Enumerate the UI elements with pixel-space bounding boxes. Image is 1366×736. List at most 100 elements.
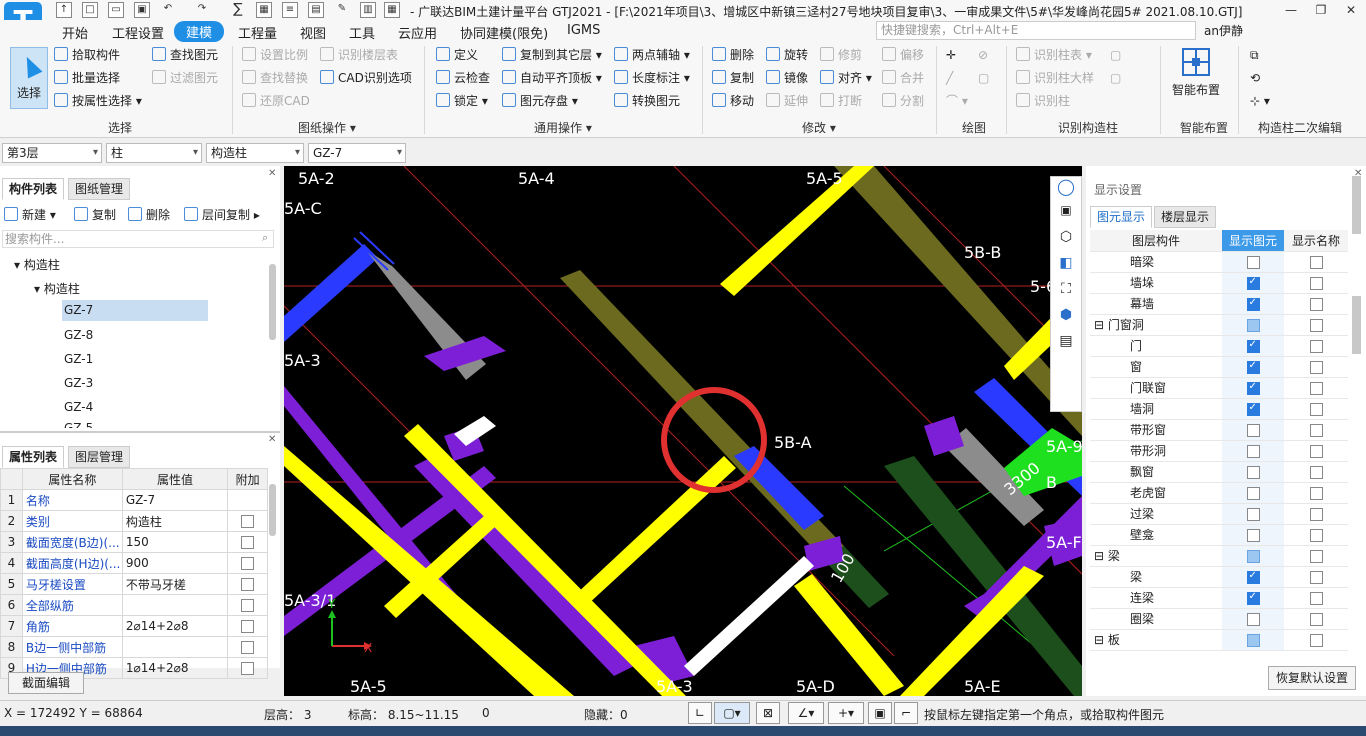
- set-scale-button[interactable]: 设置比例: [242, 46, 308, 64]
- floor-copy-button[interactable]: 层间复制 ▸: [184, 206, 260, 224]
- show-element-checkbox[interactable]: [1246, 528, 1260, 542]
- menu-view[interactable]: 视图: [300, 23, 326, 42]
- show-name-checkbox[interactable]: [1309, 507, 1323, 521]
- show-element-checkbox[interactable]: [1246, 591, 1260, 605]
- layer-row[interactable]: 带形窗: [1090, 419, 1348, 441]
- sum-icon[interactable]: ∑: [230, 2, 246, 18]
- show-name-checkbox[interactable]: [1309, 591, 1323, 605]
- tab-layer-manage[interactable]: 图层管理: [68, 446, 131, 468]
- extend-button[interactable]: 延伸: [766, 92, 808, 110]
- layer-row[interactable]: ⊟ 板: [1090, 629, 1348, 651]
- menu-collab[interactable]: 协同建模(限免): [460, 23, 548, 42]
- right-scrollbar-top[interactable]: [1352, 176, 1361, 234]
- box-view-icon[interactable]: ⬡: [1051, 229, 1081, 255]
- pencil-icon[interactable]: ✎: [334, 2, 350, 18]
- batch-select-button[interactable]: 批量选择: [54, 69, 120, 87]
- type-select[interactable]: 柱: [106, 143, 202, 163]
- layer-row[interactable]: 门联窗: [1090, 377, 1348, 399]
- copy-component-button[interactable]: 复制: [74, 206, 116, 224]
- yellow-wall-e[interactable]: [720, 166, 874, 296]
- break-button[interactable]: 打断: [820, 92, 862, 110]
- property-row[interactable]: 7 角筋 2⌀14+2⌀8: [0, 615, 268, 637]
- property-row[interactable]: 6 全部纵筋: [0, 594, 268, 616]
- arc-draw-icon[interactable]: ⌒ ▾: [946, 92, 968, 110]
- show-name-checkbox[interactable]: [1309, 276, 1323, 290]
- point-draw-icon[interactable]: ✛: [946, 46, 956, 64]
- property-row[interactable]: 2 类别 构造柱: [0, 510, 268, 532]
- menu-igms[interactable]: IGMS: [567, 23, 600, 38]
- show-name-checkbox[interactable]: [1309, 423, 1323, 437]
- search-icon[interactable]: ⌕: [262, 231, 268, 245]
- minimize-icon[interactable]: —: [1276, 0, 1306, 20]
- auto-align-top-button[interactable]: 自动平齐顶板 ▾: [502, 69, 602, 87]
- cad-options-button[interactable]: CAD识别选项: [320, 69, 412, 87]
- convert-element-button[interactable]: 转换图元: [614, 92, 680, 110]
- zoom-extent-icon[interactable]: ⛶: [1051, 281, 1081, 307]
- new-component-button[interactable]: 新建 ▾: [4, 206, 56, 224]
- split-button[interactable]: 分割: [882, 92, 924, 110]
- table-icon[interactable]: ▥: [360, 2, 376, 18]
- collapse-icon[interactable]: ⊟: [1094, 549, 1108, 563]
- trim-button[interactable]: 修剪: [820, 46, 862, 64]
- tab-property-list[interactable]: 属性列表: [2, 446, 65, 468]
- filter-element-button[interactable]: 过滤图元: [152, 69, 218, 87]
- layer-row[interactable]: 幕墙: [1090, 293, 1348, 315]
- edit-tool-2-icon[interactable]: ⟲: [1250, 69, 1260, 87]
- show-name-checkbox[interactable]: [1309, 381, 1323, 395]
- property-value[interactable]: [121, 636, 229, 658]
- delete-button[interactable]: 删除: [712, 46, 754, 64]
- collapse-icon[interactable]: ⊟: [1094, 633, 1108, 647]
- property-value[interactable]: 150: [121, 531, 229, 553]
- layer-row[interactable]: 飘窗: [1090, 461, 1348, 483]
- olive-wall-right[interactable]: [834, 166, 1082, 436]
- recognize-column-detail-button[interactable]: 识别柱大样: [1016, 69, 1094, 87]
- ortho-icon[interactable]: ∟: [688, 702, 712, 724]
- user-name[interactable]: an伊静: [1204, 22, 1243, 39]
- attach-checkbox[interactable]: [241, 620, 255, 633]
- cad-drawing[interactable]: 5A-2 5A-4 5A-5 5A-C 5B-B 5-6 5A-3 5B-A 5…: [284, 166, 1082, 696]
- report-icon[interactable]: ≡: [282, 2, 298, 18]
- rect-draw-icon[interactable]: ▢: [978, 69, 989, 87]
- attach-checkbox[interactable]: [241, 578, 255, 591]
- show-element-checkbox[interactable]: [1246, 423, 1260, 437]
- orbit-icon[interactable]: ◯: [1051, 177, 1081, 203]
- lock-button[interactable]: 锁定 ▾: [436, 92, 488, 110]
- property-value[interactable]: 1⌀14+2⌀8: [121, 657, 229, 679]
- show-element-checkbox[interactable]: [1246, 507, 1260, 521]
- mirror-button[interactable]: 镜像: [766, 69, 808, 87]
- recognize-column-table-button[interactable]: 识别柱表 ▾: [1016, 46, 1092, 64]
- drawing-canvas[interactable]: 5A-2 5A-4 5A-5 5A-C 5B-B 5-6 5A-3 5B-A 5…: [284, 166, 1082, 696]
- component-item-gz1[interactable]: GZ-1: [64, 352, 93, 366]
- tree-root[interactable]: ▾ 构造柱: [14, 256, 60, 273]
- move-button[interactable]: 移动: [712, 92, 754, 110]
- copy-to-floor-button[interactable]: 复制到其它层 ▾: [502, 46, 602, 64]
- show-element-checkbox[interactable]: [1246, 318, 1260, 332]
- show-name-checkbox[interactable]: [1309, 633, 1323, 647]
- show-name-checkbox[interactable]: [1309, 465, 1323, 479]
- new-file-icon[interactable]: □: [82, 2, 98, 18]
- attach-checkbox[interactable]: [241, 662, 255, 675]
- two-point-axis-button[interactable]: 两点辅轴 ▾: [614, 46, 690, 64]
- green-wall[interactable]: [884, 456, 1082, 696]
- display-icon[interactable]: ▣: [868, 702, 892, 724]
- offset-button[interactable]: 偏移: [882, 46, 924, 64]
- layer-row[interactable]: 暗梁: [1090, 251, 1348, 273]
- show-element-checkbox[interactable]: [1246, 276, 1260, 290]
- 3d-view-icon[interactable]: ▣: [1051, 203, 1081, 229]
- layer-row[interactable]: 门: [1090, 335, 1348, 357]
- show-name-checkbox[interactable]: [1309, 339, 1323, 353]
- show-element-checkbox[interactable]: [1246, 633, 1260, 647]
- find-element-button[interactable]: 查找图元: [152, 46, 218, 64]
- cube-view-icon[interactable]: ◧: [1051, 255, 1081, 281]
- component-scrollbar[interactable]: [269, 264, 276, 340]
- merge-button[interactable]: 合并: [882, 69, 924, 87]
- recog-aux-2-icon[interactable]: ▢: [1110, 69, 1121, 87]
- layer-row[interactable]: ⊟ 门窗洞: [1090, 314, 1348, 336]
- component-item-gz8[interactable]: GZ-8: [64, 328, 93, 342]
- restore-icon[interactable]: ❐: [1306, 0, 1336, 20]
- recognize-floor-table-button[interactable]: 识别楼层表: [320, 46, 398, 64]
- floor-select[interactable]: 第3层: [2, 143, 102, 163]
- layer-scrollbar[interactable]: [1352, 296, 1361, 354]
- length-dimension-button[interactable]: 长度标注 ▾: [614, 69, 690, 87]
- property-value[interactable]: 900: [121, 552, 229, 574]
